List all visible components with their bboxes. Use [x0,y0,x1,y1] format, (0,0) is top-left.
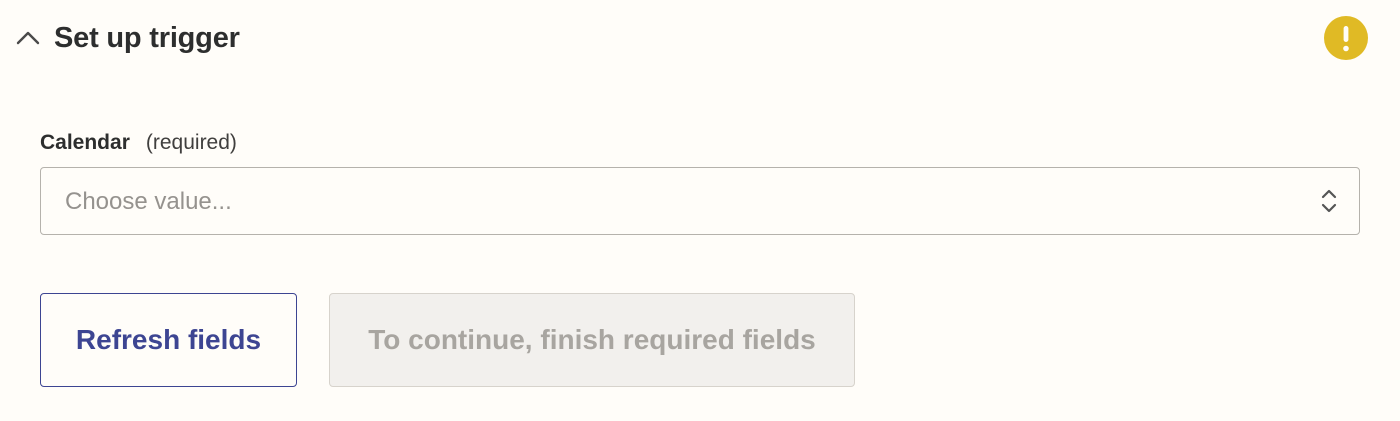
collapse-toggle[interactable] [12,24,44,52]
calendar-field-label: Calendar (required) [40,128,237,158]
calendar-select[interactable]: Choose value... [40,167,1360,235]
continue-button[interactable]: To continue, finish required fields [329,293,855,387]
warning-icon [1324,16,1368,60]
section-header: Set up trigger [0,0,1400,76]
field-label: Calendar [40,131,130,154]
section-title: Set up trigger [54,22,240,54]
select-arrows-icon [1321,189,1337,213]
chevron-up-icon[interactable] [14,28,42,48]
required-indicator: (required) [145,131,237,154]
select-placeholder: Choose value... [65,188,232,215]
refresh-fields-button[interactable]: Refresh fields [40,293,297,387]
